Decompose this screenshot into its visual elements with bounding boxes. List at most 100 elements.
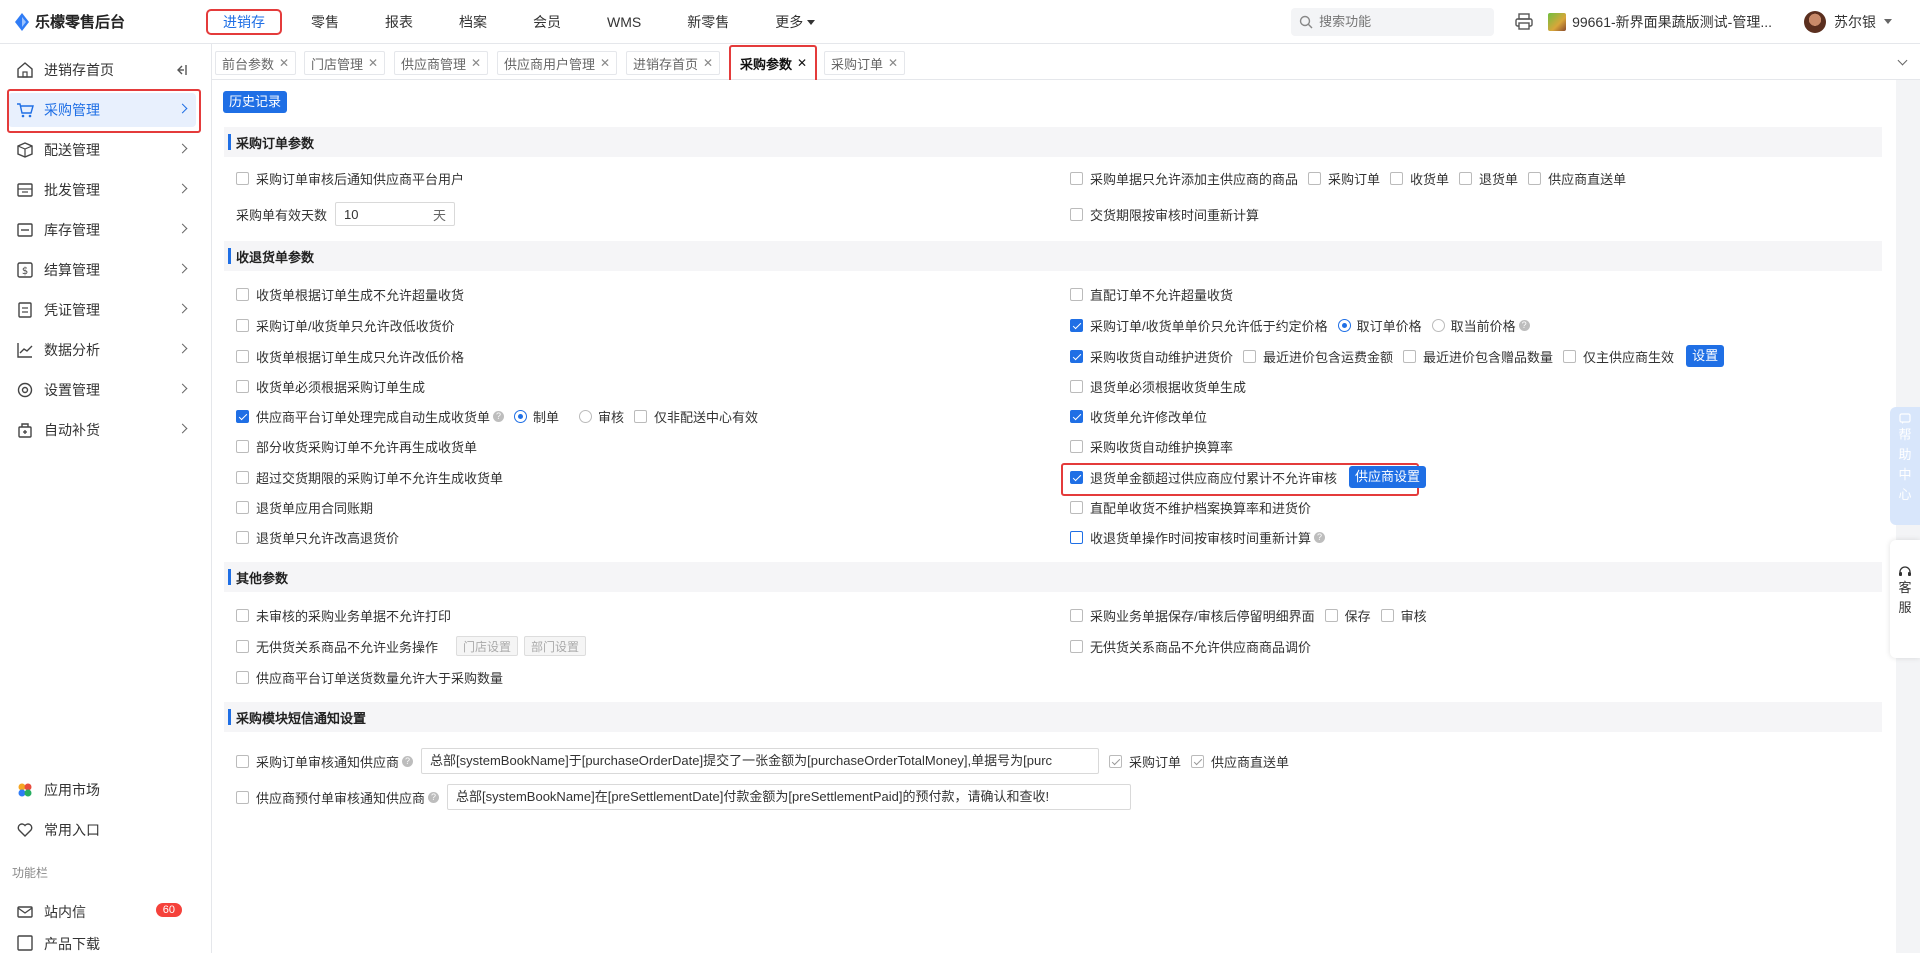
close-icon[interactable]: ✕ bbox=[600, 56, 610, 70]
sidebar-item-inventory[interactable]: 库存管理 bbox=[8, 213, 196, 247]
sidebar-item-distribution[interactable]: 配送管理 bbox=[8, 133, 196, 167]
history-button[interactable]: 历史记录 bbox=[223, 91, 288, 113]
checkbox[interactable] bbox=[236, 171, 249, 185]
checkbox[interactable] bbox=[1070, 530, 1083, 544]
option-auto-cost[interactable]: 采购收货自动维护进货价 最近进价包含运费金额 最近进价包含赠品数量 仅主供应商生… bbox=[1070, 345, 1725, 367]
close-icon[interactable]: ✕ bbox=[888, 56, 898, 70]
topnav-more[interactable]: 更多 bbox=[752, 0, 838, 44]
sidebar-item-download[interactable]: 产品下载 bbox=[8, 934, 196, 953]
checkbox[interactable] bbox=[1459, 171, 1473, 185]
option-partial-no-regen[interactable]: 部分收货采购订单不允许再生成收货单 bbox=[236, 435, 477, 457]
checkbox[interactable] bbox=[1308, 171, 1322, 185]
checkbox[interactable] bbox=[236, 287, 249, 301]
option-allow-unit-change[interactable]: 收货单允许修改单位 bbox=[1070, 405, 1207, 427]
option-return-contract-term[interactable]: 退货单应用合同账期 bbox=[236, 496, 373, 518]
option-direct-no-over[interactable]: 直配订单不允许超量收货 bbox=[1070, 283, 1233, 305]
customer-service-float[interactable]: 客 服 bbox=[1890, 540, 1920, 658]
option-no-adjust-price[interactable]: 无供货关系商品不允许供应商商品调价 bbox=[1070, 635, 1311, 657]
dept-setup-button[interactable]: 部门设置 bbox=[524, 636, 587, 656]
close-icon[interactable]: ✕ bbox=[703, 56, 713, 70]
close-icon[interactable]: ✕ bbox=[471, 56, 481, 70]
checkbox[interactable] bbox=[1070, 608, 1083, 622]
checkbox[interactable] bbox=[236, 530, 249, 544]
checkbox[interactable] bbox=[1380, 608, 1394, 622]
help-icon[interactable]: ? bbox=[428, 791, 440, 803]
topnav-retail[interactable]: 零售 bbox=[288, 0, 362, 44]
option-recalc-audit-time[interactable]: 收退货单操作时间按审核时间重新计算 ? bbox=[1070, 526, 1326, 548]
checkbox[interactable] bbox=[236, 409, 249, 423]
option-price-limit[interactable]: 采购订单/收货单单价只允许低于约定价格 取订单价格 取当前价格 ? bbox=[1070, 314, 1530, 336]
sidebar-item-purchase[interactable]: 采购管理 bbox=[7, 89, 201, 133]
option-main-supplier-only[interactable]: 采购单据只允许添加主供应商的商品 采购订单 收货单 退货单 供应商直送单 bbox=[1070, 167, 1626, 189]
option-auto-generate-receipt[interactable]: 供应商平台订单处理完成自动生成收货单 ? 制单 审核 仅非配送中心有效 bbox=[236, 405, 758, 427]
option-stay-detail[interactable]: 采购业务单据保存/审核后停留明细界面 保存 审核 bbox=[1070, 604, 1427, 626]
checkbox[interactable] bbox=[1070, 379, 1083, 393]
checkbox[interactable] bbox=[1403, 349, 1417, 363]
close-icon[interactable]: ✕ bbox=[279, 56, 289, 70]
checkbox[interactable] bbox=[236, 500, 249, 514]
option-platform-qty[interactable]: 供应商平台订单送货数量允许大于采购数量 bbox=[236, 666, 503, 688]
option-lower-price-only[interactable]: 采购订单/收货单只允许改低收货价 bbox=[236, 314, 455, 336]
checkbox[interactable] bbox=[236, 349, 249, 363]
checkbox[interactable] bbox=[236, 470, 249, 484]
option-notify-supplier[interactable]: 采购订单审核后通知供应商平台用户 bbox=[236, 167, 464, 189]
help-icon[interactable]: ? bbox=[1518, 319, 1530, 331]
checkbox[interactable] bbox=[236, 379, 249, 393]
sidebar-item-jxc-home[interactable]: 进销存首页 bbox=[8, 53, 196, 87]
tab-jxc-home[interactable]: 进销存首页 ✕ bbox=[626, 51, 721, 75]
checkbox[interactable] bbox=[1109, 754, 1123, 768]
checkbox[interactable] bbox=[1070, 171, 1083, 185]
supplier-setup-button[interactable]: 供应商设置 bbox=[1349, 466, 1427, 488]
option-auto-rate[interactable]: 采购收货自动维护换算率 bbox=[1070, 435, 1233, 457]
checkbox[interactable] bbox=[236, 439, 249, 453]
chevron-down-icon[interactable] bbox=[1897, 55, 1908, 66]
valid-days-input[interactable]: 10 天 bbox=[335, 202, 456, 226]
checkbox[interactable] bbox=[236, 670, 249, 684]
checkbox[interactable] bbox=[1070, 500, 1083, 514]
help-icon[interactable]: ? bbox=[402, 755, 414, 767]
checkbox[interactable] bbox=[1070, 318, 1083, 332]
checkbox[interactable] bbox=[1070, 349, 1083, 363]
checkbox[interactable] bbox=[1390, 171, 1404, 185]
checkbox[interactable] bbox=[1070, 639, 1083, 653]
checkbox[interactable] bbox=[1528, 171, 1542, 185]
checkbox[interactable] bbox=[236, 608, 249, 622]
tab-front-params[interactable]: 前台参数 ✕ bbox=[215, 51, 297, 75]
topnav-report[interactable]: 报表 bbox=[362, 0, 436, 44]
help-icon[interactable]: ? bbox=[493, 410, 505, 422]
checkbox[interactable] bbox=[1070, 439, 1083, 453]
checkbox[interactable] bbox=[1191, 754, 1205, 768]
tab-purchase-order[interactable]: 采购订单 ✕ bbox=[824, 51, 906, 75]
sidebar-item-auto-replenish[interactable]: 自动补货 bbox=[8, 413, 196, 447]
close-icon[interactable]: ✕ bbox=[368, 56, 378, 70]
setup-button[interactable]: 设置 bbox=[1686, 345, 1725, 367]
option-overdue-no-receipt[interactable]: 超过交货期限的采购订单不允许生成收货单 bbox=[236, 466, 503, 488]
option-recalc-delivery[interactable]: 交货期限按审核时间重新计算 bbox=[1070, 203, 1259, 225]
checkbox[interactable] bbox=[1070, 470, 1083, 484]
radio[interactable] bbox=[514, 409, 528, 423]
checkbox[interactable] bbox=[1243, 349, 1257, 363]
sidebar-item-settlement[interactable]: $ 结算管理 bbox=[8, 253, 196, 287]
checkbox[interactable] bbox=[1563, 349, 1577, 363]
tab-supplier-mgmt[interactable]: 供应商管理 ✕ bbox=[394, 51, 489, 75]
sidebar-item-voucher[interactable]: 凭证管理 bbox=[8, 293, 196, 327]
order-sms-template-input[interactable]: 总部[systemBookName]于[purchaseOrderDate]提交… bbox=[421, 748, 1100, 774]
tab-store-mgmt[interactable]: 门店管理 ✕ bbox=[304, 51, 386, 75]
sidebar-item-wholesale[interactable]: 批发管理 bbox=[8, 173, 196, 207]
topnav-new-retail[interactable]: 新零售 bbox=[664, 0, 752, 44]
checkbox[interactable] bbox=[1070, 207, 1083, 221]
search-box[interactable] bbox=[1291, 7, 1495, 36]
store-setup-button[interactable]: 门店设置 bbox=[456, 636, 519, 656]
option-receipt-from-order[interactable]: 收货单必须根据采购订单生成 bbox=[236, 375, 425, 397]
checkbox[interactable] bbox=[236, 639, 249, 653]
topnav-archive[interactable]: 档案 bbox=[436, 0, 510, 44]
option-no-print[interactable]: 未审核的采购业务单据不允许打印 bbox=[236, 604, 451, 626]
option-no-supply-op[interactable]: 无供货关系商品不允许业务操作 门店设置 部门设置 bbox=[236, 635, 587, 657]
printer-icon[interactable] bbox=[1514, 12, 1534, 32]
sidebar-item-settings[interactable]: 设置管理 bbox=[8, 373, 196, 407]
brand[interactable]: 乐檬零售后台 bbox=[0, 11, 200, 32]
user-menu[interactable]: 苏尔银 bbox=[1804, 10, 1892, 33]
radio[interactable] bbox=[1431, 318, 1445, 332]
option-return-higher-price[interactable]: 退货单只允许改高退货价 bbox=[236, 526, 399, 548]
checkbox[interactable] bbox=[236, 790, 249, 804]
